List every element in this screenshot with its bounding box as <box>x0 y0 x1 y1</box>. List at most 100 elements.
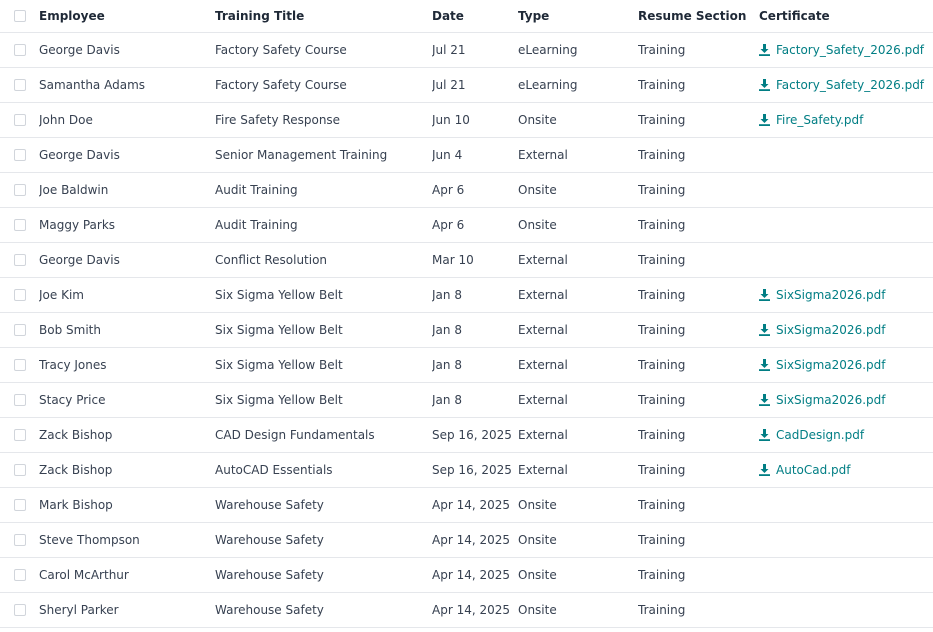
row-select-cell[interactable] <box>0 359 39 371</box>
date-cell[interactable]: Apr 6 <box>432 218 518 232</box>
employee-cell[interactable]: Carol McArthur <box>39 568 215 582</box>
date-cell[interactable]: Sep 16, 2025 <box>432 428 518 442</box>
row-checkbox[interactable] <box>14 604 26 616</box>
resume-section-cell[interactable]: Training <box>638 323 759 337</box>
certificate-filename[interactable]: SixSigma2026.pdf <box>776 358 885 372</box>
certificate-download-link[interactable]: AutoCad.pdf <box>759 463 933 477</box>
row-select-cell[interactable] <box>0 569 39 581</box>
resume-section-cell[interactable]: Training <box>638 358 759 372</box>
type-cell[interactable]: Onsite <box>518 113 638 127</box>
row-select-cell[interactable] <box>0 604 39 616</box>
type-cell[interactable]: eLearning <box>518 78 638 92</box>
type-cell[interactable]: Onsite <box>518 533 638 547</box>
row-checkbox[interactable] <box>14 534 26 546</box>
training-title-cell[interactable]: Six Sigma Yellow Belt <box>215 358 432 372</box>
training-title-cell[interactable]: Warehouse Safety <box>215 568 432 582</box>
row-checkbox[interactable] <box>14 79 26 91</box>
employee-cell[interactable]: Tracy Jones <box>39 358 215 372</box>
resume-section-cell[interactable]: Training <box>638 218 759 232</box>
type-cell[interactable]: Onsite <box>518 183 638 197</box>
certificate-filename[interactable]: Fire_Safety.pdf <box>776 113 863 127</box>
table-row[interactable]: Steve Thompson Warehouse Safety Apr 14, 20… <box>0 523 933 558</box>
certificate-download-link[interactable]: SixSigma2026.pdf <box>759 358 933 372</box>
date-cell[interactable]: Jul 21 <box>432 43 518 57</box>
resume-section-cell[interactable]: Training <box>638 533 759 547</box>
row-checkbox[interactable] <box>14 114 26 126</box>
select-all-cell[interactable] <box>0 10 39 22</box>
training-title-cell[interactable]: Warehouse Safety <box>215 498 432 512</box>
row-select-cell[interactable] <box>0 429 39 441</box>
row-select-cell[interactable] <box>0 44 39 56</box>
type-cell[interactable]: Onsite <box>518 568 638 582</box>
employee-cell[interactable]: Stacy Price <box>39 393 215 407</box>
table-row[interactable]: George Davis Senior Management Training Ju… <box>0 138 933 173</box>
training-title-cell[interactable]: Factory Safety Course <box>215 43 432 57</box>
column-header-employee[interactable]: Employee <box>39 9 215 23</box>
row-select-cell[interactable] <box>0 499 39 511</box>
type-cell[interactable]: External <box>518 148 638 162</box>
certificate-filename[interactable]: Factory_Safety_2026.pdf <box>776 78 924 92</box>
type-cell[interactable]: Onsite <box>518 218 638 232</box>
date-cell[interactable]: Apr 14, 2025 <box>432 498 518 512</box>
resume-section-cell[interactable]: Training <box>638 183 759 197</box>
row-checkbox[interactable] <box>14 324 26 336</box>
resume-section-cell[interactable]: Training <box>638 463 759 477</box>
training-title-cell[interactable]: AutoCAD Essentials <box>215 463 432 477</box>
employee-cell[interactable]: George Davis <box>39 43 215 57</box>
table-row[interactable]: George Davis Factory Safety Course Jul 21 e… <box>0 33 933 68</box>
row-checkbox[interactable] <box>14 289 26 301</box>
type-cell[interactable]: External <box>518 323 638 337</box>
table-row[interactable]: Zack Bishop AutoCAD Essentials Sep 16, 202… <box>0 453 933 488</box>
certificate-download-link[interactable]: Factory_Safety_2026.pdf <box>759 43 933 57</box>
row-select-cell[interactable] <box>0 464 39 476</box>
table-row[interactable]: Stacy Price Six Sigma Yellow Belt Jan 8 Ext… <box>0 383 933 418</box>
row-checkbox[interactable] <box>14 219 26 231</box>
employee-cell[interactable]: Zack Bishop <box>39 463 215 477</box>
type-cell[interactable]: External <box>518 288 638 302</box>
row-select-cell[interactable] <box>0 149 39 161</box>
employee-cell[interactable]: George Davis <box>39 253 215 267</box>
employee-cell[interactable]: John Doe <box>39 113 215 127</box>
certificate-filename[interactable]: Factory_Safety_2026.pdf <box>776 43 924 57</box>
date-cell[interactable]: Jun 4 <box>432 148 518 162</box>
select-all-checkbox[interactable] <box>14 10 26 22</box>
date-cell[interactable]: Jun 10 <box>432 113 518 127</box>
row-select-cell[interactable] <box>0 114 39 126</box>
date-cell[interactable]: Apr 14, 2025 <box>432 533 518 547</box>
date-cell[interactable]: Apr 14, 2025 <box>432 603 518 617</box>
resume-section-cell[interactable]: Training <box>638 428 759 442</box>
date-cell[interactable]: Jan 8 <box>432 358 518 372</box>
row-select-cell[interactable] <box>0 289 39 301</box>
training-title-cell[interactable]: Six Sigma Yellow Belt <box>215 323 432 337</box>
employee-cell[interactable]: Bob Smith <box>39 323 215 337</box>
type-cell[interactable]: Onsite <box>518 603 638 617</box>
date-cell[interactable]: Jan 8 <box>432 288 518 302</box>
employee-cell[interactable]: Steve Thompson <box>39 533 215 547</box>
resume-section-cell[interactable]: Training <box>638 148 759 162</box>
training-title-cell[interactable]: CAD Design Fundamentals <box>215 428 432 442</box>
employee-cell[interactable]: Sheryl Parker <box>39 603 215 617</box>
date-cell[interactable]: Sep 16, 2025 <box>432 463 518 477</box>
table-row[interactable]: Joe Baldwin Audit Training Apr 6 Onsite Trai… <box>0 173 933 208</box>
date-cell[interactable]: Apr 14, 2025 <box>432 568 518 582</box>
row-select-cell[interactable] <box>0 219 39 231</box>
date-cell[interactable]: Mar 10 <box>432 253 518 267</box>
training-title-cell[interactable]: Warehouse Safety <box>215 603 432 617</box>
employee-cell[interactable]: Zack Bishop <box>39 428 215 442</box>
type-cell[interactable]: Onsite <box>518 498 638 512</box>
training-title-cell[interactable]: Six Sigma Yellow Belt <box>215 288 432 302</box>
resume-section-cell[interactable]: Training <box>638 253 759 267</box>
type-cell[interactable]: External <box>518 463 638 477</box>
row-checkbox[interactable] <box>14 464 26 476</box>
training-title-cell[interactable]: Factory Safety Course <box>215 78 432 92</box>
training-title-cell[interactable]: Senior Management Training <box>215 148 432 162</box>
date-cell[interactable]: Apr 6 <box>432 183 518 197</box>
date-cell[interactable]: Jan 8 <box>432 323 518 337</box>
column-header-type[interactable]: Type <box>518 9 638 23</box>
row-checkbox[interactable] <box>14 359 26 371</box>
certificate-download-link[interactable]: Factory_Safety_2026.pdf <box>759 78 933 92</box>
table-row[interactable]: John Doe Fire Safety Response Jun 10 Onsite… <box>0 103 933 138</box>
certificate-filename[interactable]: SixSigma2026.pdf <box>776 393 885 407</box>
employee-cell[interactable]: Joe Kim <box>39 288 215 302</box>
resume-section-cell[interactable]: Training <box>638 43 759 57</box>
